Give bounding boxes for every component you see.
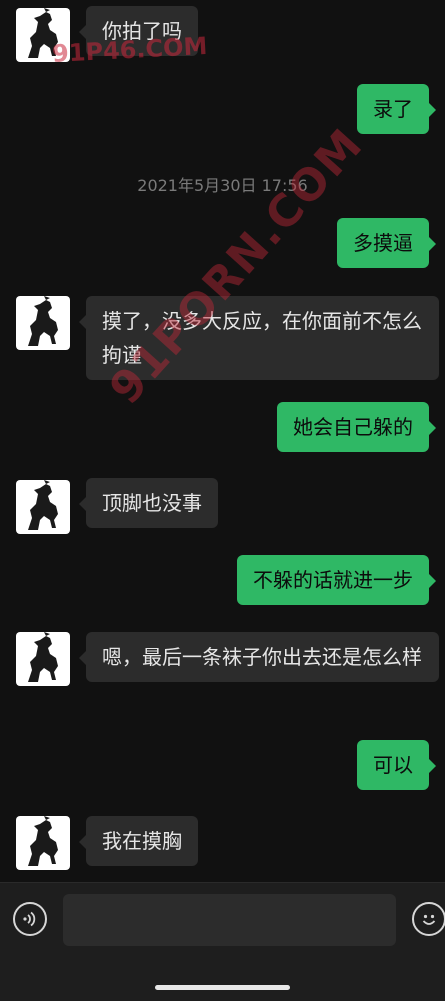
chat-area[interactable]: 你拍了吗 录了 2021年5月30日 17:56 多摸逼 摸了，没多大反应，在你… bbox=[0, 0, 445, 882]
message-row: 我在摸胸 bbox=[0, 816, 445, 874]
horse-avatar-icon[interactable] bbox=[16, 8, 70, 62]
incoming-message-bubble[interactable]: 我在摸胸 bbox=[79, 816, 198, 866]
voice-icon[interactable] bbox=[13, 902, 47, 936]
home-indicator[interactable] bbox=[155, 985, 290, 990]
horse-avatar-icon[interactable] bbox=[16, 480, 70, 534]
message-timestamp: 2021年5月30日 17:56 bbox=[137, 176, 308, 195]
message-row: 你拍了吗 bbox=[0, 6, 445, 64]
message-row: 顶脚也没事 bbox=[0, 478, 445, 536]
horse-avatar-icon[interactable] bbox=[16, 632, 70, 686]
message-row: 可以 bbox=[0, 740, 445, 794]
message-row: 嗯，最后一条袜子你出去还是怎么样 bbox=[0, 632, 445, 718]
incoming-message-bubble[interactable]: 顶脚也没事 bbox=[79, 478, 218, 528]
outgoing-message-bubble[interactable]: 录了 bbox=[357, 84, 436, 134]
emoji-icon[interactable] bbox=[412, 902, 445, 936]
outgoing-message-bubble[interactable]: 不躲的话就进一步 bbox=[237, 555, 436, 605]
outgoing-message-bubble[interactable]: 可以 bbox=[357, 740, 436, 790]
message-row: 摸了，没多大反应，在你面前不怎么拘谨 bbox=[0, 296, 445, 382]
incoming-message-bubble[interactable]: 你拍了吗 bbox=[79, 6, 198, 56]
incoming-message-bubble[interactable]: 摸了，没多大反应，在你面前不怎么拘谨 bbox=[79, 296, 439, 380]
horse-avatar-icon[interactable] bbox=[16, 816, 70, 870]
message-row: 不躲的话就进一步 bbox=[0, 555, 445, 609]
message-row: 录了 bbox=[0, 84, 445, 138]
incoming-message-bubble[interactable]: 嗯，最后一条袜子你出去还是怎么样 bbox=[79, 632, 439, 682]
outgoing-message-bubble[interactable]: 她会自己躲的 bbox=[277, 402, 436, 452]
outgoing-message-bubble[interactable]: 多摸逼 bbox=[337, 218, 436, 268]
message-row: 多摸逼 bbox=[0, 218, 445, 272]
horse-avatar-icon[interactable] bbox=[16, 296, 70, 350]
message-row: 她会自己躲的 bbox=[0, 402, 445, 456]
message-input[interactable] bbox=[63, 894, 396, 946]
input-bar bbox=[0, 882, 445, 1001]
